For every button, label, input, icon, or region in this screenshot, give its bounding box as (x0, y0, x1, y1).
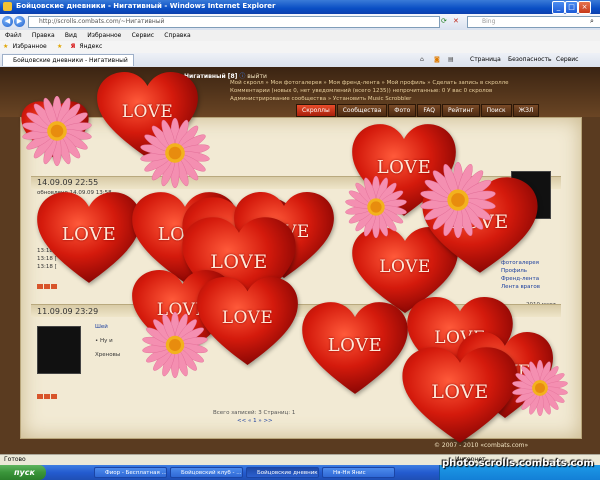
home-icon[interactable]: ⌂ (420, 55, 424, 64)
site-nav: Скроллы Сообщества Фото FAQ Рейтинг Поиск ЖЗЛ (296, 104, 540, 117)
delete-icon[interactable] (51, 284, 57, 289)
side-link-enemies[interactable]: Лента врагов (501, 284, 540, 290)
close-button[interactable]: × (578, 1, 591, 14)
comment-icon[interactable] (44, 284, 50, 289)
pager-nav[interactable]: << « 1 » >> (237, 418, 273, 424)
entry-actions (37, 284, 58, 291)
entry-date: 14.09.09 22:55 (37, 178, 99, 187)
window-titlebar: Бойцовские дневники - Нигативный - Windo… (0, 0, 600, 14)
menu-help[interactable]: Справка (164, 30, 190, 41)
entry-line: 13:18 [ (37, 256, 57, 262)
entry-actions (37, 394, 58, 401)
taskbar-item[interactable]: Фиор - Бесплатная ... (94, 467, 167, 478)
start-button[interactable]: пуск (0, 465, 46, 480)
taskbar-item[interactable]: Ня-Ня Янис (322, 467, 395, 478)
user-info-icon[interactable]: ⓘ (239, 73, 245, 80)
favorites-item-yandex[interactable]: Яндекс (79, 41, 102, 53)
feeds-icon[interactable]: ◙ (434, 55, 440, 64)
stop-icon[interactable]: ✕ (453, 17, 459, 25)
user-links[interactable]: Мой скролл » Моя фотогалерея » Моя френд… (230, 80, 509, 86)
nav-rating[interactable]: Рейтинг (441, 104, 480, 117)
url-input[interactable]: http://scrolls.combats.com/~Нигативный (28, 16, 440, 28)
entry-line: 13:18 [ (37, 264, 57, 270)
entry-author[interactable]: Шей (95, 324, 108, 330)
menu-file[interactable]: Файл (5, 30, 22, 41)
site-header: Нигативный [8] ⓘ выйти Мой скролл » Моя … (0, 67, 600, 117)
admin-links[interactable]: Администрирование сообщества » Установит… (230, 96, 411, 102)
nav-communities[interactable]: Сообщества (336, 104, 388, 117)
ie-icon (3, 2, 12, 11)
maximize-button[interactable]: □ (565, 1, 578, 14)
entry-bullet: • Ну и (95, 338, 113, 344)
search-icon[interactable]: ⌕ (590, 17, 594, 26)
entry-header-strip (31, 304, 561, 317)
add-favorite-icon[interactable]: ★ (57, 41, 62, 53)
print-icon[interactable]: ▤ (448, 55, 454, 64)
back-button[interactable]: ◀ (2, 16, 13, 27)
entry-header-strip (31, 176, 561, 189)
star-icon: ★ (3, 43, 9, 50)
user-line: Нигативный [8] ⓘ выйти (184, 71, 267, 80)
menu-tools[interactable]: Сервис (132, 30, 154, 41)
menu-view[interactable]: Вид (65, 30, 77, 41)
forward-button[interactable]: ▶ (14, 16, 25, 27)
address-bar: ◀ ▶ http://scrolls.combats.com/~Нигативн… (0, 14, 600, 31)
web-page: Нигативный [8] ⓘ выйти Мой скролл » Моя … (0, 67, 600, 454)
side-link-friends[interactable]: Френд-лента (501, 276, 539, 282)
side-link-profile[interactable]: Профиль (501, 268, 527, 274)
security-menu[interactable]: Безопасность (508, 55, 552, 64)
edit-icon[interactable] (37, 284, 43, 289)
content-parchment: 14.09.09 22:55 обновлено 14.09.09 13:58 … (20, 117, 582, 439)
entry-text: Хреновы (95, 352, 121, 358)
nav-search[interactable]: Поиск (480, 104, 512, 117)
entry-photo[interactable] (37, 326, 81, 374)
watermark: photo.scrolls.combats.com (442, 458, 594, 469)
side-link-gallery[interactable]: фотогалерея (501, 260, 539, 266)
edit-icon[interactable] (37, 394, 43, 399)
username[interactable]: Нигативный [8] (184, 73, 237, 80)
page-menu[interactable]: Страница (470, 55, 501, 64)
minimize-button[interactable]: _ (552, 1, 565, 14)
nav-photo[interactable]: Фото (388, 104, 417, 117)
refresh-icon[interactable]: ⟳ (441, 17, 447, 25)
pager-info: Всего записей: 3 Страниц: 1 (213, 410, 296, 416)
tools-menu[interactable]: Сервис (556, 55, 578, 64)
search-input[interactable]: Bing (467, 16, 600, 28)
menu-favorites[interactable]: Избранное (87, 30, 121, 41)
taskbar-item[interactable]: Бойцовский клуб - ... (170, 467, 243, 478)
delete-icon[interactable] (51, 394, 57, 399)
status-text: Готово (4, 456, 26, 463)
entry-updated: обновлено 14.09.09 13:58 (37, 190, 112, 196)
favorites-button[interactable]: Избранное (13, 41, 47, 53)
nav-scrolls[interactable]: Скроллы (296, 104, 336, 117)
nav-faq[interactable]: FAQ (417, 104, 441, 117)
menu-edit[interactable]: Правка (32, 30, 55, 41)
taskbar-item[interactable]: Бойцовские дневник... (246, 467, 319, 478)
logout-link[interactable]: выйти (247, 73, 267, 80)
entry-date: 11.09.09 23:29 (37, 307, 99, 316)
yandex-icon: Я (70, 43, 76, 50)
nav-zhzl[interactable]: ЖЗЛ (512, 104, 540, 117)
window-title: Бойцовские дневники - Нигативный - Windo… (16, 2, 276, 10)
comments-info[interactable]: Комментарии (новых 0, нет уведомлений (в… (230, 88, 492, 94)
avatar[interactable] (511, 171, 551, 219)
comment-icon[interactable] (44, 394, 50, 399)
tab-bar: Бойцовские дневники - Нигативный ⌂ ◙ ▤ С… (0, 53, 600, 68)
entry-line: 13:18 [ (37, 248, 57, 254)
site-footer: © 2007 - 2010 «combats.com» (434, 442, 529, 449)
browser-tab[interactable]: Бойцовские дневники - Нигативный (2, 54, 134, 66)
